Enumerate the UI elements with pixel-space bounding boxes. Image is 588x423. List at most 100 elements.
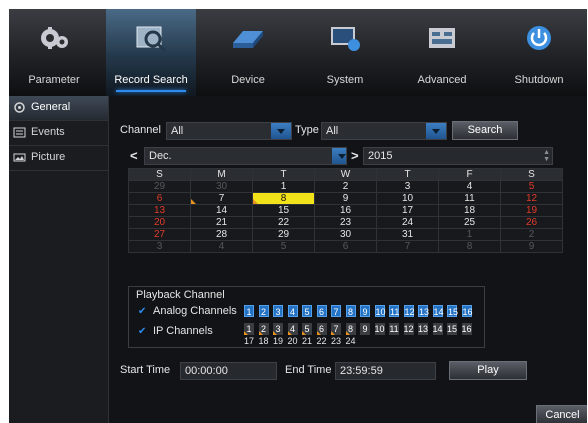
calendar-day[interactable]: 4 bbox=[438, 180, 501, 193]
calendar-day[interactable]: 19 bbox=[500, 204, 563, 217]
channel-chip[interactable]: 2 bbox=[258, 323, 269, 335]
channel-chip[interactable]: 5 bbox=[302, 305, 312, 317]
type-select[interactable]: All bbox=[321, 122, 447, 140]
calendar-day[interactable]: 1 bbox=[252, 180, 315, 193]
calendar-day[interactable]: 7 bbox=[376, 240, 439, 253]
calendar-day[interactable]: 2 bbox=[500, 228, 563, 241]
channel-chip[interactable]: 1 bbox=[244, 323, 254, 335]
calendar-day[interactable]: 1 bbox=[438, 228, 501, 241]
calendar-day[interactable]: 13 bbox=[128, 204, 191, 217]
year-spinner[interactable]: 2015 ▲ ▼ bbox=[363, 147, 553, 165]
calendar-day[interactable]: 30 bbox=[190, 180, 253, 193]
channel-chip[interactable]: 21 bbox=[302, 335, 312, 347]
channel-chip[interactable]: 6 bbox=[316, 305, 327, 317]
end-time-field[interactable]: 23:59:59 bbox=[335, 362, 436, 380]
calendar-day[interactable]: 8 bbox=[438, 240, 501, 253]
channel-chip[interactable]: 12 bbox=[403, 305, 415, 317]
channel-chip[interactable]: 7 bbox=[331, 323, 341, 335]
channel-chip[interactable]: 10 bbox=[374, 305, 386, 317]
tab-advanced[interactable]: Advanced bbox=[397, 9, 487, 96]
calendar-day[interactable]: 5 bbox=[500, 180, 563, 193]
channel-select[interactable]: All bbox=[166, 122, 292, 140]
search-button[interactable]: Search bbox=[452, 121, 518, 140]
tab-record-search[interactable]: Record Search bbox=[106, 9, 196, 96]
tab-device[interactable]: Device bbox=[203, 9, 293, 96]
calendar-day[interactable]: 27 bbox=[128, 228, 191, 241]
channel-chip[interactable]: 1 bbox=[244, 305, 254, 317]
channel-chip[interactable]: 14 bbox=[432, 323, 443, 335]
calendar-day-selected[interactable]: 8 bbox=[252, 192, 315, 205]
channel-chip[interactable]: 3 bbox=[273, 305, 283, 317]
calendar-day[interactable]: 18 bbox=[438, 204, 501, 217]
channel-chip[interactable]: 15 bbox=[447, 305, 458, 317]
calendar-day[interactable]: 9 bbox=[500, 240, 563, 253]
calendar-day[interactable]: 7 bbox=[190, 192, 253, 205]
channel-chip[interactable]: 15 bbox=[447, 323, 457, 335]
calendar-day[interactable]: 30 bbox=[314, 228, 377, 241]
calendar-day[interactable]: 3 bbox=[376, 180, 439, 193]
channel-chip[interactable]: 16 bbox=[461, 305, 473, 317]
calendar-day[interactable]: 15 bbox=[252, 204, 315, 217]
calendar-day[interactable]: 4 bbox=[190, 240, 253, 253]
channel-chip[interactable]: 9 bbox=[360, 323, 370, 335]
channel-chip[interactable]: 4 bbox=[287, 305, 298, 317]
prev-month-button[interactable]: < bbox=[130, 148, 138, 163]
channel-chip[interactable]: 8 bbox=[345, 305, 356, 317]
channel-chip[interactable]: 16 bbox=[461, 323, 472, 335]
calendar-day[interactable]: 6 bbox=[314, 240, 377, 253]
month-select[interactable]: Dec. bbox=[144, 147, 347, 165]
channel-chip[interactable]: 17 bbox=[244, 335, 254, 347]
channel-chip[interactable]: 22 bbox=[317, 335, 327, 347]
play-button[interactable]: Play bbox=[449, 361, 527, 380]
calendar-day[interactable]: 11 bbox=[438, 192, 501, 205]
tab-system[interactable]: System bbox=[300, 9, 390, 96]
sidebar-item-general[interactable]: General bbox=[9, 96, 108, 121]
calendar-day[interactable]: 22 bbox=[252, 216, 315, 229]
channel-chip[interactable]: 9 bbox=[360, 305, 370, 317]
calendar-day[interactable]: 28 bbox=[190, 228, 253, 241]
sidebar-item-events[interactable]: Events bbox=[9, 121, 108, 146]
channel-chip[interactable]: 24 bbox=[346, 335, 356, 347]
calendar-day[interactable]: 5 bbox=[252, 240, 315, 253]
calendar-day[interactable]: 26 bbox=[500, 216, 563, 229]
calendar-day[interactable]: 17 bbox=[376, 204, 439, 217]
tab-shutdown[interactable]: Shutdown bbox=[494, 9, 584, 96]
channel-chip[interactable]: 7 bbox=[331, 305, 341, 317]
calendar-day[interactable]: 23 bbox=[314, 216, 377, 229]
channel-chip[interactable]: 3 bbox=[273, 323, 283, 335]
channel-chip[interactable]: 20 bbox=[288, 335, 298, 347]
analog-channels-checkbox[interactable]: ✔ bbox=[138, 307, 147, 317]
next-month-button[interactable]: > bbox=[351, 148, 359, 163]
channel-chip[interactable]: 13 bbox=[418, 323, 428, 335]
calendar-day[interactable]: 21 bbox=[190, 216, 253, 229]
cancel-button[interactable]: Cancel bbox=[536, 405, 587, 423]
channel-chip[interactable]: 11 bbox=[389, 323, 399, 335]
channel-chip[interactable]: 23 bbox=[331, 335, 341, 347]
calendar-day[interactable]: 16 bbox=[314, 204, 377, 217]
channel-chip[interactable]: 19 bbox=[273, 335, 283, 347]
channel-chip[interactable]: 4 bbox=[287, 323, 298, 335]
calendar-day[interactable]: 14 bbox=[190, 204, 253, 217]
calendar-day[interactable]: 9 bbox=[314, 192, 377, 205]
calendar-day[interactable]: 29 bbox=[252, 228, 315, 241]
calendar-day[interactable]: 25 bbox=[438, 216, 501, 229]
channel-chip[interactable]: 10 bbox=[374, 323, 385, 335]
calendar-day[interactable]: 24 bbox=[376, 216, 439, 229]
calendar-day[interactable]: 12 bbox=[500, 192, 563, 205]
channel-chip[interactable]: 14 bbox=[432, 305, 444, 317]
calendar-day[interactable]: 31 bbox=[376, 228, 439, 241]
channel-chip[interactable]: 11 bbox=[389, 305, 399, 317]
calendar-day[interactable]: 6 bbox=[128, 192, 191, 205]
ip-channels-checkbox[interactable]: ✔ bbox=[138, 327, 147, 337]
start-time-field[interactable]: 00:00:00 bbox=[180, 362, 277, 380]
sidebar-item-picture[interactable]: Picture bbox=[9, 146, 108, 171]
channel-chip[interactable]: 8 bbox=[345, 323, 356, 335]
channel-chip[interactable]: 5 bbox=[302, 323, 312, 335]
tab-parameter[interactable]: Parameter bbox=[9, 9, 99, 96]
calendar-day[interactable]: 10 bbox=[376, 192, 439, 205]
calendar-day[interactable]: 2 bbox=[314, 180, 377, 193]
calendar-day[interactable]: 3 bbox=[128, 240, 191, 253]
calendar-day[interactable]: 29 bbox=[128, 180, 191, 193]
channel-chip[interactable]: 18 bbox=[259, 335, 269, 347]
calendar-day[interactable]: 20 bbox=[128, 216, 191, 229]
